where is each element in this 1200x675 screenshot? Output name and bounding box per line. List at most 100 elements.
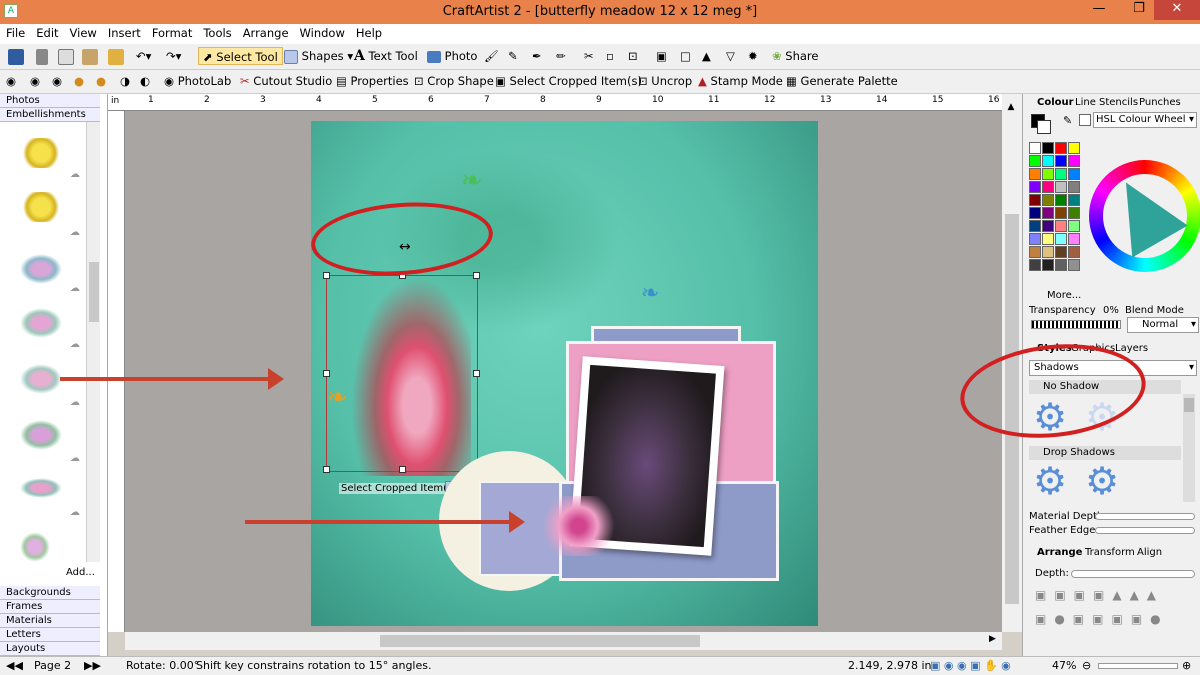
colour-swatch[interactable] bbox=[1042, 168, 1054, 180]
crop-shape-button[interactable]: ⊡ Crop Shape bbox=[414, 72, 494, 90]
effect-icon-6[interactable]: ◐ bbox=[140, 72, 150, 90]
erase-brush-icon[interactable]: ✎ bbox=[508, 47, 518, 65]
generate-palette-button[interactable]: ▦ Generate Palette bbox=[786, 72, 898, 90]
scroll-thumb[interactable] bbox=[89, 262, 99, 322]
next-page-icon[interactable]: ▶▶ bbox=[84, 657, 101, 675]
embellishment-thumb[interactable] bbox=[20, 532, 50, 562]
blend-mode-select[interactable]: Normal ▾ bbox=[1127, 317, 1199, 333]
butterfly-icon[interactable]: ❧ bbox=[461, 166, 483, 196]
left-panel-scrollbar[interactable] bbox=[86, 122, 100, 562]
effect-icon-3[interactable]: ● bbox=[74, 72, 84, 90]
cutout-studio-button[interactable]: ✂ Cutout Studio bbox=[240, 72, 332, 90]
arrange-tools-row[interactable]: ▣▣▣▣▲▲▲ bbox=[1035, 588, 1164, 602]
sparkle-icon[interactable]: ✹ bbox=[748, 47, 758, 65]
pink-rose[interactable] bbox=[541, 496, 616, 556]
save-icon[interactable] bbox=[8, 47, 24, 65]
colour-swatch[interactable] bbox=[1042, 155, 1054, 167]
tab-colour[interactable]: Colour bbox=[1037, 96, 1074, 109]
menu-help[interactable]: Help bbox=[350, 24, 387, 40]
copy-icon[interactable] bbox=[58, 47, 74, 65]
add-embellishment-link[interactable]: Add... bbox=[66, 567, 95, 578]
colour-mode-select[interactable]: HSL Colour Wheel ▾ bbox=[1093, 112, 1197, 128]
zoom-slider[interactable] bbox=[1098, 663, 1178, 669]
embellishment-thumb[interactable] bbox=[20, 478, 62, 498]
restore-button[interactable]: ❐ bbox=[1124, 0, 1154, 20]
colour-swatch[interactable] bbox=[1029, 220, 1041, 232]
stamp-mode-button[interactable]: ▲ Stamp Mode bbox=[698, 72, 783, 90]
line-colour-swatch[interactable] bbox=[1037, 120, 1051, 134]
colour-swatch[interactable] bbox=[1042, 194, 1054, 206]
colour-swatch[interactable] bbox=[1055, 181, 1067, 193]
scroll-up-icon[interactable]: ▲ bbox=[1004, 102, 1018, 114]
tab-punches[interactable]: Punches bbox=[1139, 96, 1181, 109]
transparent-swatch[interactable] bbox=[1079, 114, 1091, 126]
embellishment-thumb[interactable] bbox=[20, 138, 62, 168]
resize-handle[interactable] bbox=[399, 466, 406, 473]
shapes-button[interactable]: Shapes ▾ bbox=[284, 47, 353, 65]
colour-swatch[interactable] bbox=[1068, 259, 1080, 271]
colour-swatch[interactable] bbox=[1068, 233, 1080, 245]
effect-icon-5[interactable]: ◑ bbox=[120, 72, 130, 90]
text-tool-button[interactable]: A Text Tool bbox=[354, 47, 418, 65]
photolab-button[interactable]: ◉ PhotoLab bbox=[164, 72, 231, 90]
share-button[interactable]: ❀ Share bbox=[772, 47, 818, 65]
depth-slider[interactable] bbox=[1071, 570, 1195, 578]
paste-icon[interactable] bbox=[82, 47, 98, 65]
styles-scrollbar[interactable] bbox=[1183, 394, 1195, 502]
frame-icon[interactable]: ▣ bbox=[656, 47, 667, 65]
menu-arrange[interactable]: Arrange bbox=[237, 24, 294, 40]
properties-button[interactable]: ▤ Properties bbox=[336, 72, 409, 90]
close-button[interactable]: ✕ bbox=[1154, 0, 1200, 20]
colour-swatch[interactable] bbox=[1055, 246, 1067, 258]
zoom-out-icon[interactable]: ⊖ bbox=[1082, 657, 1091, 675]
brush-icon[interactable]: 🖌 bbox=[484, 47, 499, 65]
tab-layouts[interactable]: Layouts bbox=[0, 642, 100, 656]
canvas-horizontal-scrollbar[interactable]: ▶ bbox=[125, 632, 1002, 650]
tab-transform[interactable]: Transform bbox=[1085, 546, 1135, 559]
colour-swatch[interactable] bbox=[1068, 142, 1080, 154]
embellishment-thumb[interactable] bbox=[20, 420, 62, 450]
tab-materials[interactable]: Materials bbox=[0, 614, 100, 628]
gear-icon[interactable]: ⚙ bbox=[1085, 462, 1119, 500]
select-cropped-items-button[interactable]: ▣ Select Cropped Item(s) bbox=[495, 72, 642, 90]
embellishment-thumb[interactable] bbox=[20, 308, 62, 338]
arrange-tools-row[interactable]: ▣●▣▣▣▣● bbox=[1035, 612, 1169, 626]
colour-swatch[interactable] bbox=[1042, 207, 1054, 219]
colour-swatch[interactable] bbox=[1055, 259, 1067, 271]
colour-swatch[interactable] bbox=[1055, 155, 1067, 167]
select-tool-button[interactable]: ⬈ Select Tool bbox=[198, 47, 283, 65]
colour-swatch[interactable] bbox=[1068, 246, 1080, 258]
zoom-in-icon[interactable]: ⊕ bbox=[1182, 657, 1191, 675]
colour-swatch[interactable] bbox=[1042, 233, 1054, 245]
scissors-icon[interactable]: ✂ bbox=[584, 47, 594, 65]
colour-swatch[interactable] bbox=[1055, 207, 1067, 219]
colour-swatch[interactable] bbox=[1029, 246, 1041, 258]
colour-swatch[interactable] bbox=[1029, 142, 1041, 154]
colour-swatch[interactable] bbox=[1068, 155, 1080, 167]
colour-palette[interactable] bbox=[1029, 142, 1083, 272]
effect-icon-2[interactable]: ◉ bbox=[52, 72, 62, 90]
menu-insert[interactable]: Insert bbox=[102, 24, 146, 40]
eraser-icon[interactable]: ▫ bbox=[606, 47, 614, 65]
eyedropper-icon[interactable]: ✎ bbox=[1063, 114, 1072, 127]
feather-edge-slider[interactable] bbox=[1095, 527, 1195, 534]
glass-icon[interactable]: ▽ bbox=[726, 47, 735, 65]
colour-swatch[interactable] bbox=[1055, 233, 1067, 245]
colour-swatch[interactable] bbox=[1029, 155, 1041, 167]
zoom-level[interactable]: 47% bbox=[1052, 657, 1076, 675]
selection-box[interactable] bbox=[323, 272, 480, 473]
resize-handle[interactable] bbox=[473, 370, 480, 377]
menu-format[interactable]: Format bbox=[146, 24, 198, 40]
tab-frames[interactable]: Frames bbox=[0, 600, 100, 614]
colour-swatch[interactable] bbox=[1029, 181, 1041, 193]
paint-bucket-icon[interactable]: ▲ bbox=[702, 47, 711, 65]
transparency-slider[interactable] bbox=[1031, 320, 1121, 329]
menu-view[interactable]: View bbox=[64, 24, 102, 40]
first-page-icon[interactable]: ◀◀ bbox=[6, 657, 23, 675]
resize-handle[interactable] bbox=[323, 370, 330, 377]
crop-icon[interactable]: ⊡ bbox=[628, 47, 638, 65]
tab-letters[interactable]: Letters bbox=[0, 628, 100, 642]
tab-embellishments[interactable]: Embellishments bbox=[0, 108, 100, 122]
tab-backgrounds[interactable]: Backgrounds bbox=[0, 586, 100, 600]
resize-handle[interactable] bbox=[323, 272, 330, 279]
